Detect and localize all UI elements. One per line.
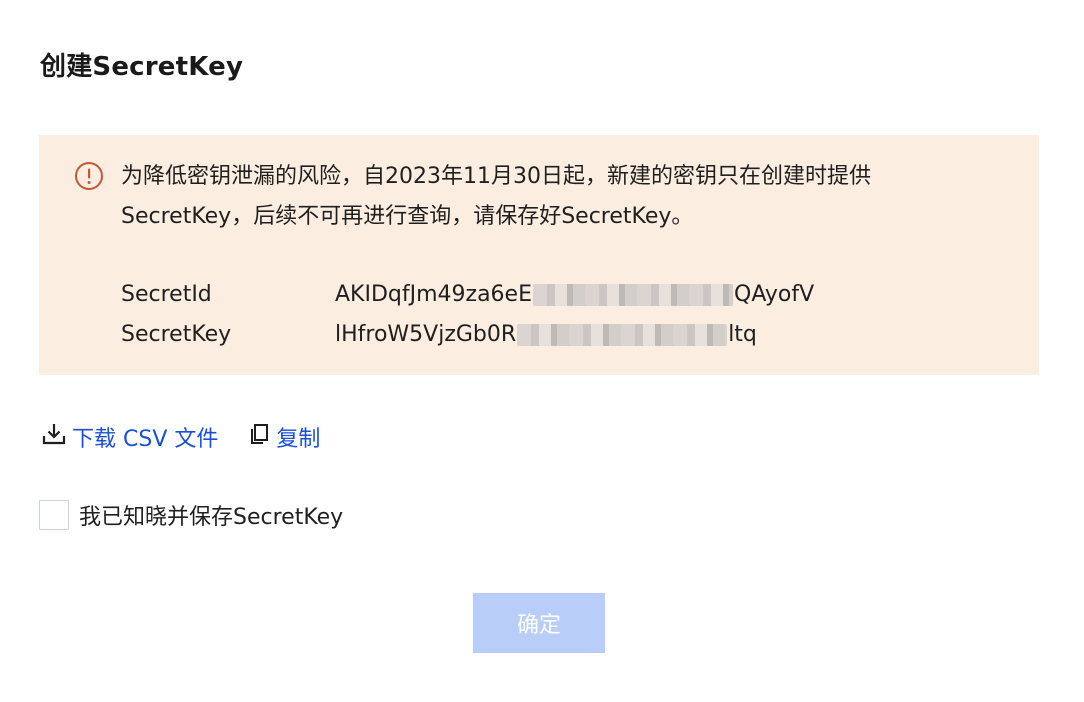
acknowledge-checkbox[interactable] [39, 500, 69, 530]
acknowledge-option[interactable]: 我已知晓并保存SecretKey [39, 499, 343, 531]
download-csv-label: 下载 CSV 文件 [72, 427, 219, 452]
create-secretkey-dialog: 创建SecretKey 为降低密钥泄漏的风险，自2023年11月30日起，新建的… [0, 0, 1084, 702]
warning-circle-icon [74, 161, 104, 191]
secret-key-value-suffix: ltq [728, 322, 757, 347]
dialog-title: 创建SecretKey [40, 52, 244, 82]
download-csv-link[interactable]: 下载 CSV 文件 [40, 420, 218, 454]
copy-label: 复制 [276, 427, 321, 452]
secret-id-value-prefix: AKIDqfJm49za6eE [335, 282, 532, 307]
copy-icon [248, 422, 276, 452]
secret-id-redaction [533, 284, 733, 306]
secret-key-label: SecretKey [121, 322, 232, 347]
secret-key-value: lHfroW5VjzGb0R ltq [335, 320, 757, 350]
download-icon [40, 420, 72, 454]
secret-id-value-suffix: QAyofV [734, 282, 815, 307]
warning-notice: 为降低密钥泄漏的风险，自2023年11月30日起，新建的密钥只在创建时提供Sec… [39, 135, 1039, 375]
acknowledge-label: 我已知晓并保存SecretKey [79, 505, 344, 530]
action-links: 下载 CSV 文件 复制 [40, 420, 320, 454]
secret-id-value: AKIDqfJm49za6eE QAyofV [335, 280, 814, 310]
confirm-button[interactable]: 确定 [473, 593, 605, 653]
secret-key-redaction [517, 324, 728, 346]
secret-id-label: SecretId [121, 282, 212, 307]
copy-link[interactable]: 复制 [248, 421, 320, 453]
secret-key-value-prefix: lHfroW5VjzGb0R [335, 322, 517, 347]
notice-message: 为降低密钥泄漏的风险，自2023年11月30日起，新建的密钥只在创建时提供Sec… [121, 164, 871, 229]
